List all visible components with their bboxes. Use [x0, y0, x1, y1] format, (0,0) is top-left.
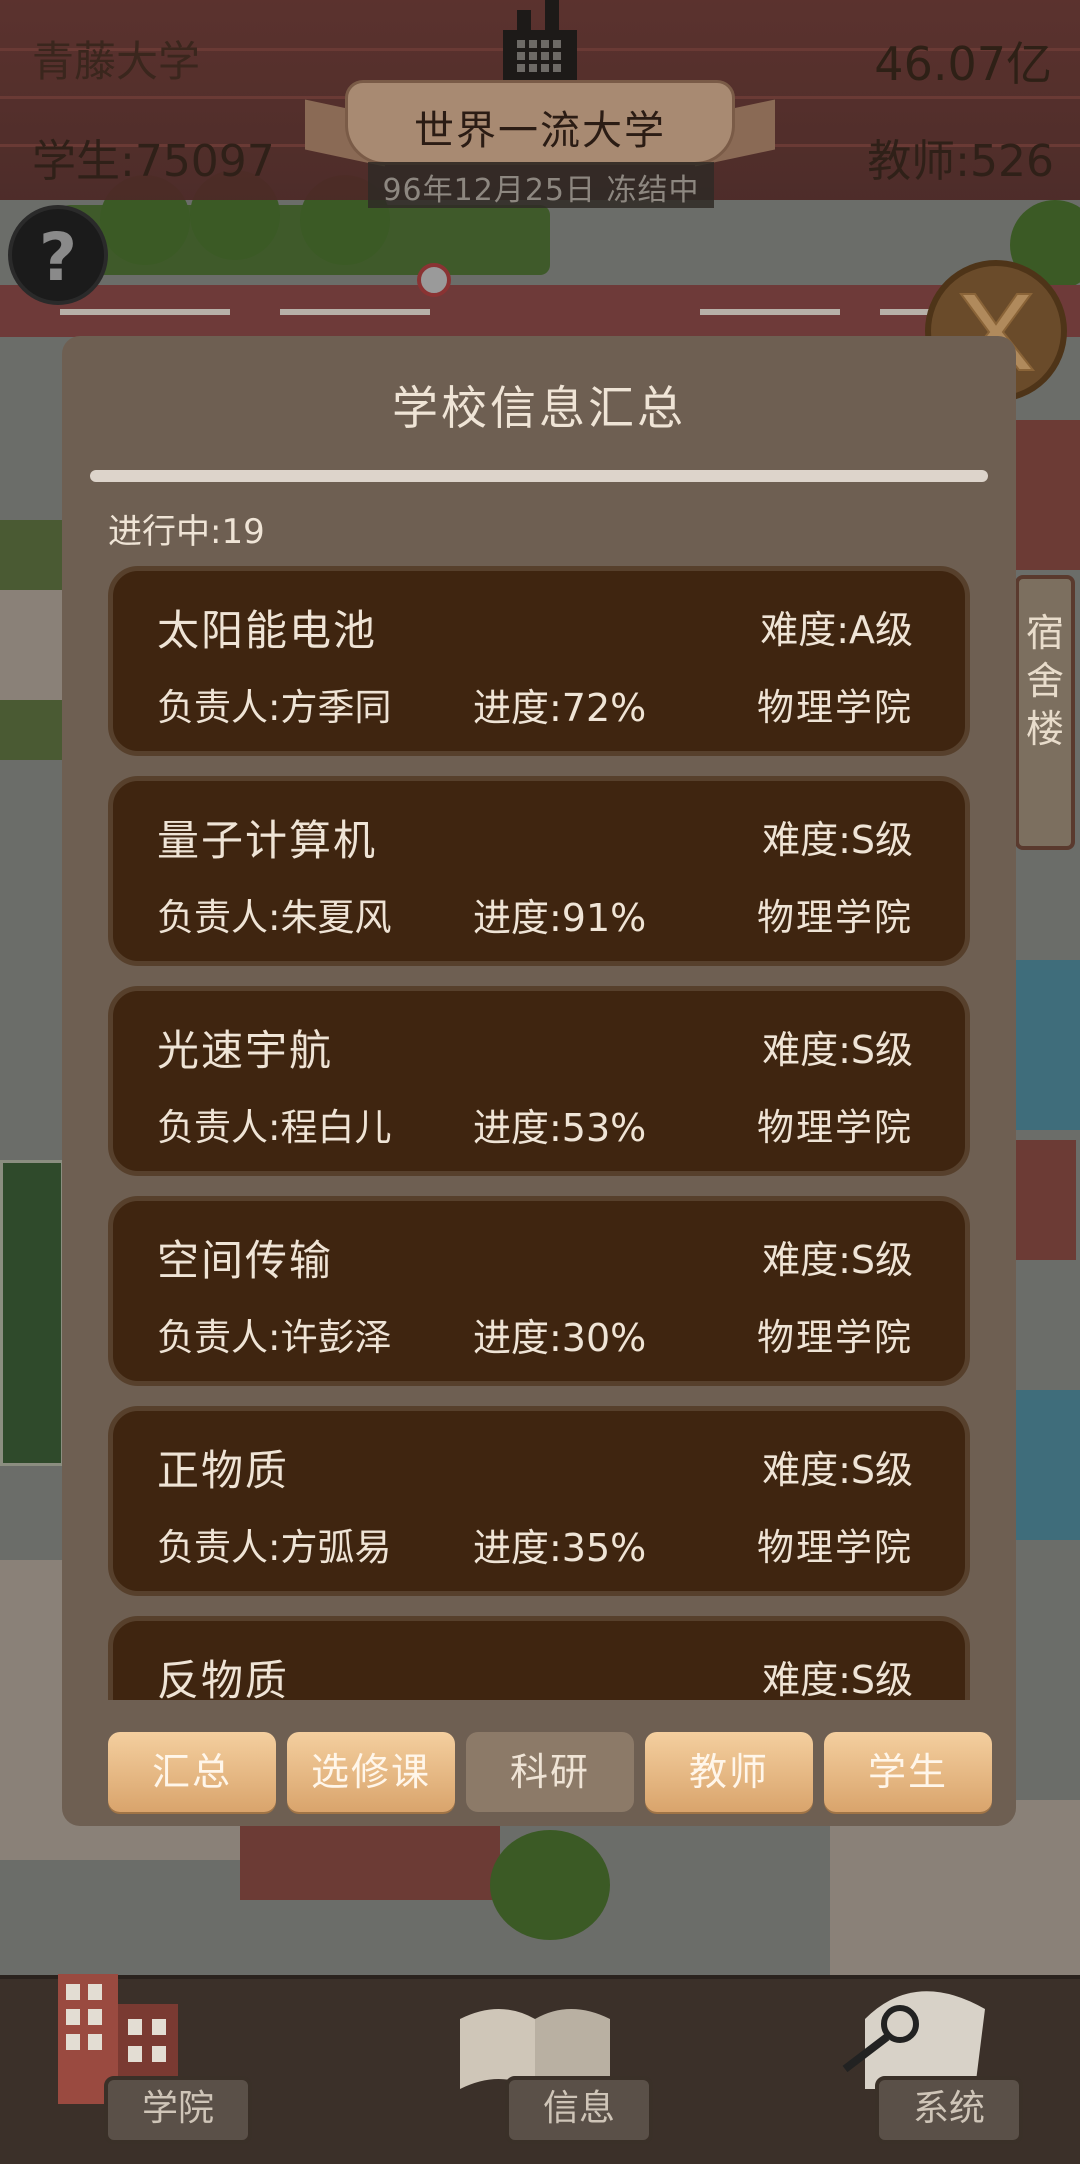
tab-teachers[interactable]: 教师 — [645, 1732, 813, 1812]
road-stripe — [60, 309, 230, 315]
tab-research[interactable]: 科研 — [466, 1732, 634, 1812]
project-leader: 负责人:方季同 — [157, 686, 392, 729]
tree — [490, 1830, 610, 1940]
project-leader: 负责人:程白儿 — [157, 1106, 392, 1149]
help-button[interactable]: ? — [8, 205, 108, 305]
project-card[interactable]: 太阳能电池 难度:A级 负责人:方季同 进度:72% 物理学院 — [108, 566, 970, 756]
pool — [1016, 1390, 1080, 1540]
pool — [1016, 960, 1080, 1130]
nav-info[interactable]: 信息 — [440, 1979, 660, 2164]
project-difficulty: 难度:S级 — [762, 1238, 913, 1282]
project-department: 物理学院 — [757, 896, 913, 939]
project-department: 物理学院 — [757, 1526, 913, 1569]
project-card[interactable]: 空间传输 难度:S级 负责人:许彭泽 进度:30% 物理学院 — [108, 1196, 970, 1386]
project-progress: 进度:30% — [473, 1316, 647, 1360]
university-rank-title: 世界一流大学 — [414, 108, 666, 154]
road-stripe — [280, 309, 430, 315]
nav-system-label: 系统 — [875, 2076, 1023, 2144]
tab-summary[interactable]: 汇总 — [108, 1732, 276, 1812]
project-difficulty: 难度:S级 — [762, 1028, 913, 1072]
top-hud: 青藤大学 46.07亿 世界一流大学 学生:75097 教师:526 96年12… — [0, 0, 1080, 208]
nav-info-label: 信息 — [505, 2076, 653, 2144]
panel-tab-bar: 汇总 选修课 科研 教师 学生 — [108, 1732, 992, 1812]
project-card[interactable]: 反物质 难度:S级 — [108, 1616, 970, 1700]
research-project-list[interactable]: 太阳能电池 难度:A级 负责人:方季同 进度:72% 物理学院 量子计算机 难度… — [108, 566, 970, 1700]
project-leader: 负责人:朱夏风 — [157, 896, 392, 939]
building — [1010, 420, 1080, 570]
in-progress-count: 进行中:19 — [108, 512, 265, 552]
nav-college-label: 学院 — [104, 2076, 252, 2144]
school-info-panel: 学校信息汇总 进行中:19 太阳能电池 难度:A级 负责人:方季同 进度:72%… — [62, 336, 1016, 1826]
tab-electives[interactable]: 选修课 — [287, 1732, 455, 1812]
bottom-navigation: 学院 信息 系统 — [0, 1974, 1080, 2164]
nav-college[interactable]: 学院 — [58, 1974, 280, 2164]
project-difficulty: 难度:S级 — [762, 1658, 913, 1700]
project-name: 光速宇航 — [157, 1026, 334, 1075]
project-difficulty: 难度:S级 — [762, 1448, 913, 1492]
building — [1016, 1140, 1076, 1260]
project-department: 物理学院 — [757, 1106, 913, 1149]
project-name: 太阳能电池 — [157, 606, 378, 655]
game-date-status[interactable]: 96年12月25日 冻结中 — [368, 165, 714, 209]
project-name: 量子计算机 — [157, 816, 378, 865]
money-counter: 46.07亿 — [874, 37, 1052, 91]
project-department: 物理学院 — [757, 1316, 913, 1359]
project-difficulty: 难度:A级 — [760, 608, 913, 652]
road-stripe — [700, 309, 840, 315]
project-name: 空间传输 — [157, 1236, 334, 1285]
panel-title: 学校信息汇总 — [392, 381, 686, 435]
project-card[interactable]: 光速宇航 难度:S级 负责人:程白儿 进度:53% 物理学院 — [108, 986, 970, 1176]
school-name: 青藤大学 — [32, 37, 201, 86]
teacher-count: 教师:526 — [867, 136, 1054, 187]
panel-divider-bar — [90, 470, 988, 482]
building — [830, 1800, 1080, 1975]
project-progress: 进度:91% — [473, 896, 647, 940]
university-building-icon — [503, 0, 577, 80]
nav-system[interactable]: 系统 — [825, 1979, 1045, 2164]
project-progress: 进度:35% — [473, 1526, 647, 1570]
project-department: 物理学院 — [757, 686, 913, 729]
project-progress: 进度:53% — [473, 1106, 647, 1150]
student-count: 学生:75097 — [32, 136, 275, 187]
tab-students[interactable]: 学生 — [824, 1732, 992, 1812]
project-leader: 负责人:许彭泽 — [157, 1316, 392, 1359]
project-leader: 负责人:方弧易 — [157, 1526, 392, 1569]
sports-court — [0, 1160, 64, 1466]
project-card[interactable]: 量子计算机 难度:S级 负责人:朱夏风 进度:91% 物理学院 — [108, 776, 970, 966]
no-entry-sign-icon — [417, 263, 451, 297]
project-difficulty: 难度:S级 — [762, 818, 913, 862]
project-card[interactable]: 正物质 难度:S级 负责人:方弧易 进度:35% 物理学院 — [108, 1406, 970, 1596]
project-name: 正物质 — [157, 1446, 290, 1495]
building — [0, 590, 62, 700]
project-name: 反物质 — [157, 1656, 290, 1700]
dorm-building-sign[interactable]: 宿舍楼 — [1015, 575, 1075, 850]
project-progress: 进度:72% — [473, 686, 647, 730]
